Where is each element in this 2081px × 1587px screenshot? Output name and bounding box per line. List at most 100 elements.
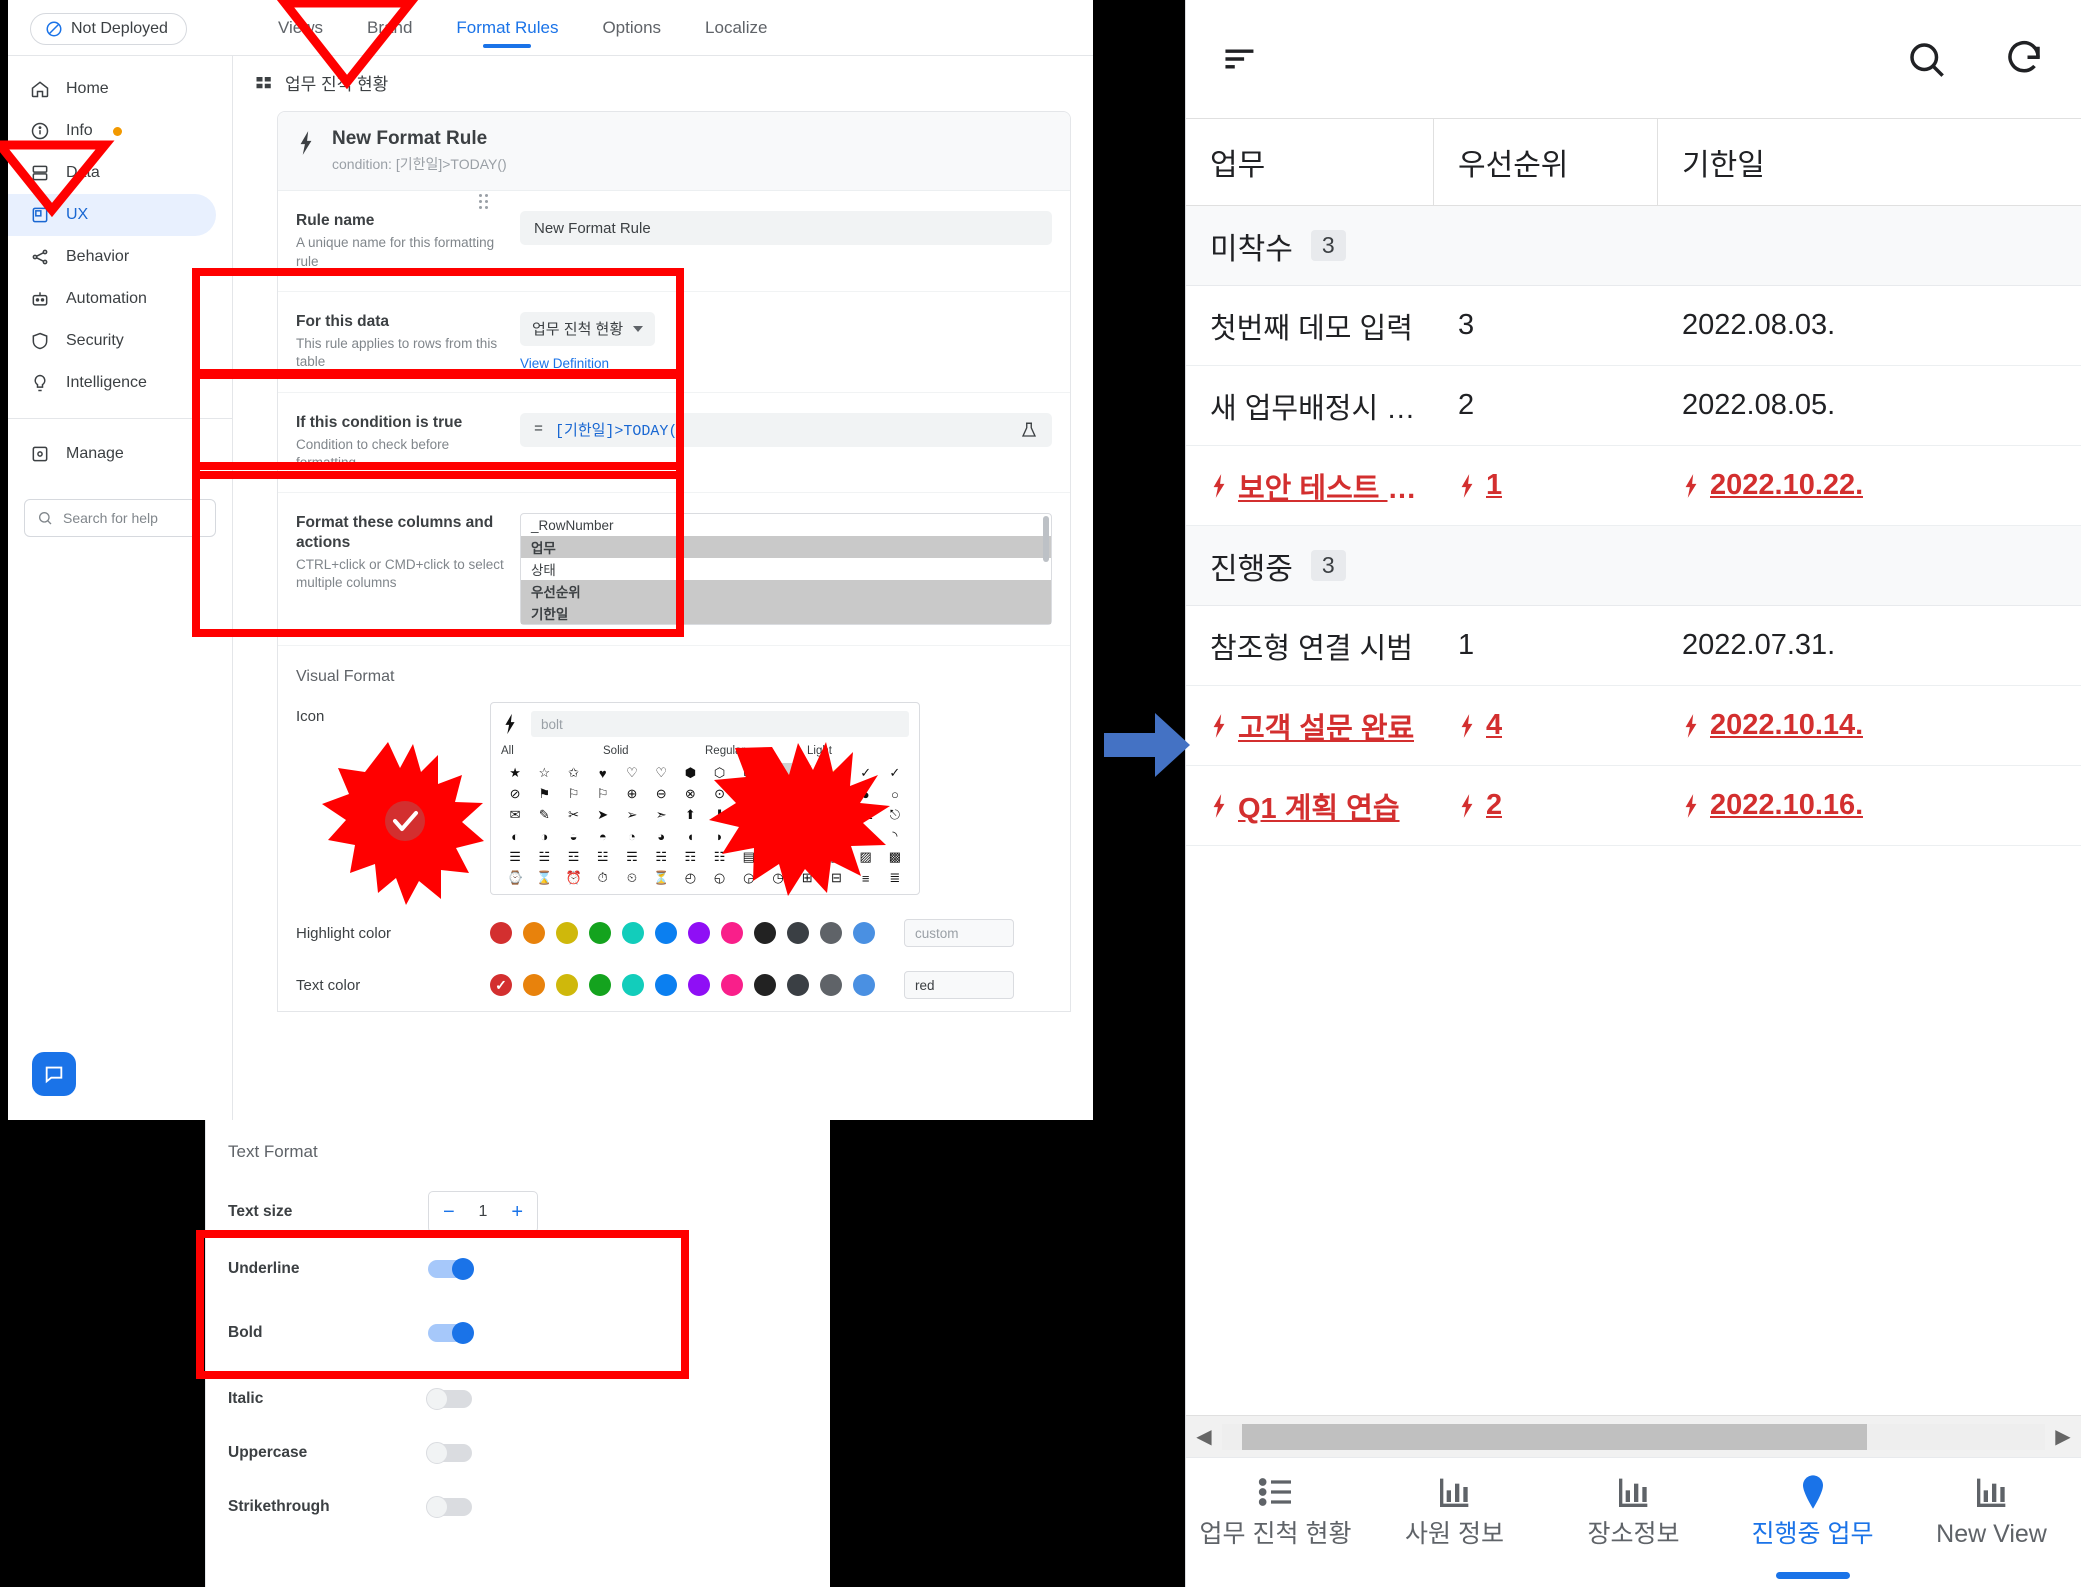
icon-option[interactable]: ◛ bbox=[822, 826, 850, 846]
highlight-color-swatches[interactable]: custom bbox=[490, 919, 1014, 948]
scroll-left-arrow-icon[interactable]: ◀ bbox=[1186, 1424, 1222, 1449]
color-swatch[interactable] bbox=[556, 974, 578, 997]
icon-option[interactable]: ◔ bbox=[618, 826, 646, 846]
icon-option[interactable]: ☷ bbox=[705, 847, 733, 867]
icon-option[interactable]: ⌂ bbox=[793, 805, 821, 825]
icon-option[interactable]: ☵ bbox=[647, 847, 675, 867]
color-swatch[interactable] bbox=[787, 974, 809, 997]
icon-option[interactable]: ● bbox=[852, 784, 880, 804]
tab-views[interactable]: Views bbox=[256, 0, 345, 56]
color-swatch[interactable] bbox=[556, 922, 578, 945]
icon-option[interactable]: ⏳ bbox=[647, 868, 675, 888]
color-swatch[interactable] bbox=[853, 922, 875, 945]
icon-option[interactable]: ◐ bbox=[501, 826, 529, 846]
icon-tab-regular[interactable]: Regular bbox=[705, 745, 807, 757]
color-swatch[interactable] bbox=[490, 922, 512, 945]
icon-option[interactable]: ☱ bbox=[530, 847, 558, 867]
color-swatch[interactable] bbox=[787, 922, 809, 945]
icon-option[interactable]: ⚐ bbox=[589, 784, 617, 804]
icon-option[interactable]: ⬢ bbox=[676, 763, 704, 783]
search-for-help-input[interactable]: Search for help bbox=[24, 499, 216, 537]
text-size-stepper[interactable]: − 1 + bbox=[428, 1191, 538, 1233]
icon-option[interactable]: ◵ bbox=[705, 868, 733, 888]
group-header-row[interactable]: 진행중 3 bbox=[1186, 526, 2081, 606]
sidebar-item-security[interactable]: Security bbox=[8, 320, 216, 362]
icon-tab-all[interactable]: All bbox=[501, 745, 603, 757]
icon-option[interactable]: ▥ bbox=[764, 847, 792, 867]
icon-option[interactable]: ⬇ bbox=[705, 805, 733, 825]
icon-option[interactable]: ➣ bbox=[647, 805, 675, 825]
column-option-task[interactable]: 업무 bbox=[521, 536, 1051, 559]
color-swatch[interactable] bbox=[754, 922, 776, 945]
support-chat-button[interactable] bbox=[32, 1052, 76, 1096]
text-color-swatches[interactable]: ✓ red bbox=[490, 971, 1014, 1000]
deploy-status-pill[interactable]: Not Deployed bbox=[30, 13, 187, 45]
color-swatch[interactable] bbox=[820, 922, 842, 945]
icon-option[interactable]: ◴ bbox=[676, 868, 704, 888]
icon-option[interactable]: ◍ bbox=[793, 784, 821, 804]
table-row[interactable]: 고객 설문 완료 4 2022.10.14. bbox=[1186, 686, 2081, 766]
search-icon[interactable] bbox=[1905, 38, 1947, 80]
rule-name-input[interactable]: New Format Rule bbox=[520, 211, 1052, 245]
icon-option[interactable]: ▤ bbox=[735, 847, 763, 867]
icon-option[interactable]: ◖ bbox=[676, 826, 704, 846]
table-row[interactable]: 보안 테스트 완... 1 2022.10.22. bbox=[1186, 446, 2081, 526]
icon-option[interactable]: ☳ bbox=[589, 847, 617, 867]
sidebar-item-home[interactable]: Home bbox=[8, 68, 216, 110]
icon-option[interactable]: ☴ bbox=[618, 847, 646, 867]
icon-option[interactable]: ⏰ bbox=[559, 868, 587, 888]
icon-option[interactable]: ⏲ bbox=[618, 868, 646, 888]
icon-option[interactable]: ▧ bbox=[822, 847, 850, 867]
text-size-increment-button[interactable]: + bbox=[511, 1202, 523, 1222]
icon-option[interactable]: ✓ bbox=[852, 763, 880, 783]
icon-option[interactable]: ◑ bbox=[530, 826, 558, 846]
sidebar-item-intelligence[interactable]: Intelligence bbox=[8, 362, 216, 404]
sidebar-item-manage[interactable]: Manage bbox=[8, 433, 216, 475]
tab-localize[interactable]: Localize bbox=[683, 0, 789, 56]
color-swatch[interactable] bbox=[688, 974, 710, 997]
column-multiselect-list[interactable]: _RowNumber 업무 상태 우선순위 기한일 bbox=[520, 513, 1052, 626]
highlight-color-custom-input[interactable]: custom bbox=[904, 919, 1014, 948]
icon-option[interactable]: ⚡ bbox=[822, 763, 850, 783]
icon-option[interactable]: ⌛ bbox=[530, 868, 558, 888]
horizontal-scrollbar[interactable]: ◀ ▶ bbox=[1186, 1415, 2081, 1457]
icon-tab-light[interactable]: Light bbox=[807, 745, 909, 757]
italic-toggle[interactable] bbox=[426, 1388, 472, 1410]
table-row[interactable]: 참조형 연결 시범 1 2022.07.31. bbox=[1186, 606, 2081, 686]
color-swatch[interactable] bbox=[754, 974, 776, 997]
icon-option[interactable]: ⚡ bbox=[763, 763, 793, 784]
column-option-duedate[interactable]: 기한일 bbox=[521, 602, 1051, 625]
underline-toggle[interactable] bbox=[428, 1258, 474, 1280]
icon-option[interactable]: ⚐ bbox=[559, 784, 587, 804]
table-row[interactable]: 첫번째 데모 입력 3 2022.08.03. bbox=[1186, 286, 2081, 366]
icon-option[interactable]: ⊟ bbox=[822, 868, 850, 888]
icon-option[interactable]: ⊖ bbox=[647, 784, 675, 804]
column-header-duedate[interactable]: 기한일 bbox=[1658, 119, 2081, 205]
icon-option[interactable]: ☆ bbox=[530, 763, 558, 783]
nav-item-place-info[interactable]: 장소정보 bbox=[1544, 1458, 1723, 1587]
icon-option[interactable]: ⊕ bbox=[618, 784, 646, 804]
icon-option[interactable]: ▩ bbox=[881, 847, 909, 867]
icon-option[interactable]: ⊘ bbox=[501, 784, 529, 804]
uppercase-toggle[interactable] bbox=[426, 1442, 472, 1464]
icon-option[interactable]: ✓ bbox=[881, 763, 909, 783]
view-definition-link[interactable]: View Definition bbox=[520, 356, 1052, 371]
icon-option[interactable]: ≡ bbox=[852, 868, 880, 888]
format-rule-header[interactable]: New Format Rule condition: [기한일]>TODAY() bbox=[278, 112, 1070, 191]
icon-option[interactable]: ☰ bbox=[501, 847, 529, 867]
icon-option[interactable]: ◒ bbox=[559, 826, 587, 846]
icon-option[interactable]: ⬅ bbox=[735, 805, 763, 825]
color-swatch[interactable] bbox=[655, 922, 677, 945]
color-swatch[interactable]: ✓ bbox=[490, 974, 512, 997]
group-header-row[interactable]: 미착수 3 bbox=[1186, 206, 2081, 286]
icon-option[interactable]: ⌥ bbox=[852, 805, 880, 825]
icon-option[interactable]: ◘ bbox=[735, 826, 763, 846]
icon-option[interactable]: ➤ bbox=[589, 805, 617, 825]
bold-toggle[interactable] bbox=[428, 1322, 474, 1344]
scrollbar-track[interactable] bbox=[1222, 1423, 2045, 1450]
column-header-task[interactable]: 업무 bbox=[1186, 119, 1434, 205]
column-option-priority[interactable]: 우선순위 bbox=[521, 580, 1051, 603]
formula-test-flask-icon[interactable] bbox=[1020, 421, 1038, 439]
icon-option[interactable]: ♡ bbox=[618, 763, 646, 783]
icon-option[interactable]: ◓ bbox=[589, 826, 617, 846]
